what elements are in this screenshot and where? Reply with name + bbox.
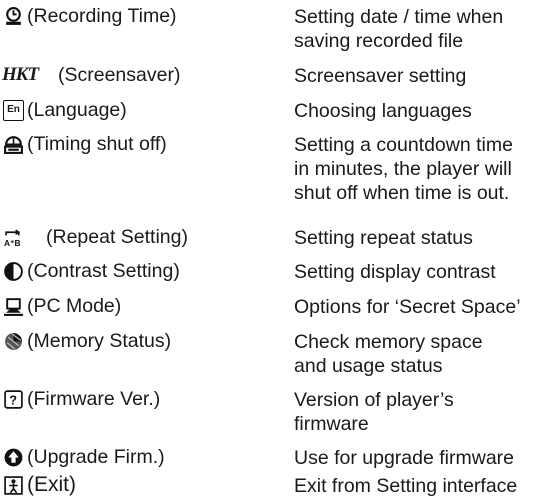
setting-label: (Firmware Ver.) [27,388,161,410]
setting-description: Version of player’s firmware [294,389,454,435]
setting-label: (Upgrade Firm.) [27,446,165,468]
setting-label: (Repeat Setting) [46,226,188,248]
svg-text:A: A [4,238,10,248]
setting-description: Exit from Setting interface [294,475,518,497]
language-icon: En [3,100,24,121]
setting-description: Choosing languages [294,100,472,122]
setting-description: Screensaver setting [294,65,467,87]
pc-mode-icon [4,298,23,316]
recording-time-clock-icon [6,7,21,25]
setting-description: Check memory space and usage status [294,331,483,377]
setting-label: (Recording Time) [27,5,177,27]
screensaver-text-icon: HKT [2,64,39,85]
setting-label: (Memory Status) [27,330,172,352]
setting-description: Use for upgrade firmware [294,447,515,469]
contrast-icon [4,262,23,281]
svg-text:?: ? [9,394,17,408]
setting-description: Setting a countdown time in minutes, the… [294,134,513,204]
setting-label: (Screensaver) [58,64,181,86]
exit-icon [4,476,23,495]
repeat-ab-icon: A B [4,229,21,248]
setting-label: (Contrast Setting) [27,260,180,282]
setting-label: (Exit) [27,473,76,496]
setting-description: Options for ‘Secret Space’ [294,296,521,318]
memory-status-icon [5,333,22,350]
setting-description: Setting repeat status [294,227,473,249]
setting-label: (PC Mode) [27,295,122,317]
setting-description: Setting display contrast [294,261,496,283]
setting-label: (Language) [27,99,127,121]
setting-description: Setting date / time when saving recorded… [294,6,504,52]
timing-shutoff-icon [4,136,23,154]
firmware-version-icon: ? [4,390,23,409]
setting-label: (Timing shut off) [27,133,167,155]
upgrade-firmware-icon [4,448,23,467]
svg-text:B: B [15,238,21,248]
